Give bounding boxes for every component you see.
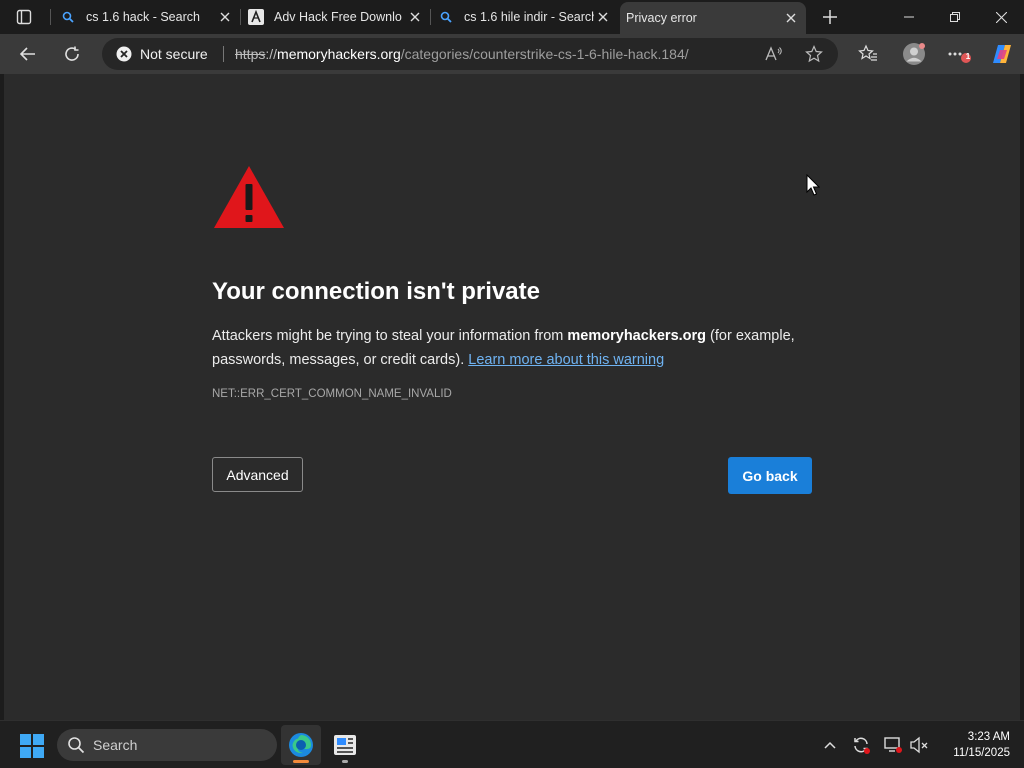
news-app-icon bbox=[334, 735, 356, 755]
description-prefix: Attackers might be trying to steal your … bbox=[212, 328, 568, 344]
clock-time: 3:23 AM bbox=[967, 731, 1010, 743]
profile-avatar[interactable] bbox=[900, 40, 928, 68]
url-path: /categories/counterstrike-cs-1-6-hile-ha… bbox=[400, 46, 689, 62]
copilot-icon[interactable] bbox=[988, 40, 1016, 68]
site-favicon-icon bbox=[248, 9, 264, 25]
tab-separator bbox=[430, 9, 431, 25]
warning-description: Attackers might be trying to steal your … bbox=[212, 324, 812, 372]
description-host: memoryhackers.org bbox=[567, 328, 707, 344]
tab-separator bbox=[50, 9, 51, 25]
tab-title: Adv Hack Free Downloa bbox=[274, 10, 402, 24]
tab-privacy-error[interactable]: Privacy error bbox=[620, 2, 806, 34]
error-page: Your connection isn't private Attackers … bbox=[0, 74, 1024, 720]
settings-more-button[interactable]: 1 bbox=[945, 40, 973, 68]
open-app-indicator bbox=[342, 760, 348, 763]
tab-close-icon[interactable] bbox=[408, 10, 422, 24]
tab-close-icon[interactable] bbox=[596, 10, 610, 24]
active-app-indicator bbox=[293, 760, 309, 763]
edge-icon bbox=[289, 733, 313, 757]
advanced-button[interactable]: Advanced bbox=[212, 457, 303, 492]
warning-triangle-icon bbox=[214, 166, 284, 228]
tab-title: cs 1.6 hack - Search bbox=[86, 10, 200, 24]
windows-start-icon[interactable] bbox=[20, 734, 44, 758]
page-title: Your connection isn't private bbox=[212, 278, 540, 305]
tab-close-icon[interactable] bbox=[784, 11, 798, 25]
tab-actions-menu-icon[interactable] bbox=[10, 6, 38, 28]
learn-more-link[interactable]: Learn more about this warning bbox=[468, 352, 664, 368]
omnibox-separator bbox=[223, 46, 224, 62]
tab-close-icon[interactable] bbox=[218, 10, 232, 24]
url-separator: :// bbox=[265, 46, 278, 62]
url-host: memoryhackers.org bbox=[277, 46, 401, 62]
url-text[interactable]: https://memoryhackers.org/categories/cou… bbox=[235, 46, 689, 62]
not-secure-icon bbox=[116, 46, 132, 62]
notification-badge: 1 bbox=[965, 52, 971, 61]
search-icon bbox=[68, 737, 85, 754]
security-label: Not secure bbox=[140, 46, 208, 62]
url-scheme: https bbox=[235, 46, 266, 62]
go-back-button[interactable]: Go back bbox=[728, 457, 812, 494]
network-display-icon[interactable] bbox=[883, 735, 903, 755]
error-code[interactable]: NET::ERR_CERT_COMMON_NAME_INVALID bbox=[212, 388, 452, 400]
close-window-button[interactable] bbox=[978, 0, 1024, 34]
search-favicon-icon bbox=[438, 9, 454, 25]
tab-title: cs 1.6 hile indir - Search bbox=[464, 10, 594, 24]
taskbar-news-app[interactable] bbox=[325, 725, 365, 765]
volume-muted-icon[interactable] bbox=[909, 735, 929, 755]
sync-icon[interactable] bbox=[851, 735, 871, 755]
address-bar[interactable]: Not secure https://memoryhackers.org/cat… bbox=[102, 38, 838, 70]
back-button[interactable] bbox=[14, 40, 42, 68]
mouse-cursor-icon bbox=[806, 174, 820, 196]
browser-toolbar: Not secure https://memoryhackers.org/cat… bbox=[0, 34, 1024, 74]
new-tab-button[interactable] bbox=[818, 5, 842, 29]
taskbar-edge-app[interactable] bbox=[281, 725, 321, 765]
tab-title: Privacy error bbox=[626, 11, 697, 25]
taskbar-search[interactable]: Search bbox=[57, 729, 277, 761]
tab-strip: cs 1.6 hack - Search Adv Hack Free Downl… bbox=[0, 0, 1024, 34]
tab-search-cs-hile[interactable]: cs 1.6 hile indir - Search bbox=[438, 0, 618, 34]
tab-adv-hack[interactable]: Adv Hack Free Downloa bbox=[248, 0, 430, 34]
restore-button[interactable] bbox=[932, 0, 978, 34]
clock-date: 11/15/2025 bbox=[953, 747, 1010, 759]
taskbar-search-label: Search bbox=[93, 737, 138, 753]
tab-separator bbox=[240, 9, 241, 25]
not-secure-chip[interactable]: Not secure bbox=[116, 45, 208, 63]
search-favicon-icon bbox=[60, 9, 76, 25]
favorites-button[interactable] bbox=[854, 40, 882, 68]
minimize-button[interactable] bbox=[886, 0, 932, 34]
read-aloud-icon[interactable] bbox=[764, 44, 784, 64]
system-clock[interactable]: 3:23 AM 11/15/2025 bbox=[940, 729, 1010, 761]
taskbar: Search 3:23 AM 11/15/2025 bbox=[0, 720, 1024, 768]
show-hidden-icons-chevron-icon[interactable] bbox=[820, 735, 840, 755]
favorite-star-icon[interactable] bbox=[804, 44, 824, 64]
tab-search-cs-hack[interactable]: cs 1.6 hack - Search bbox=[60, 0, 240, 34]
refresh-button[interactable] bbox=[58, 40, 86, 68]
